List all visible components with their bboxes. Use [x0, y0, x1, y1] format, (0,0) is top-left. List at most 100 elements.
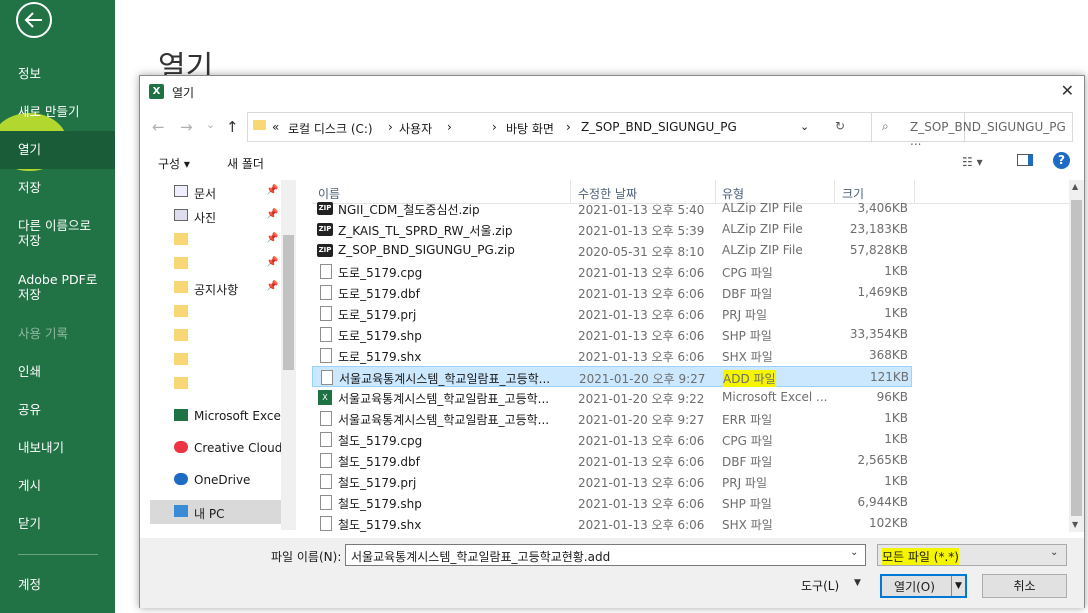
preview-pane-icon[interactable]: [1017, 154, 1033, 166]
filetype-select[interactable]: 모든 파일 (*.*) ⌄: [877, 544, 1067, 566]
file-row[interactable]: 철도_5179.shp 2021-01-13 오후 6:06 SHP 파일 6,944…: [312, 492, 912, 513]
nav-item-12[interactable]: 내 PC: [150, 500, 296, 524]
nav-item-5[interactable]: [150, 300, 296, 324]
file-date: 2021-01-13 오후 6:06: [578, 329, 705, 343]
file-row[interactable]: 서울교육통계시스템_학교일람표_고등학... 2021-01-20 오후 9:27…: [312, 366, 912, 387]
file-row[interactable]: 철도_5179.prj 2021-01-13 오후 6:06 PRJ 파일 1KB: [312, 471, 912, 492]
file-row[interactable]: 도로_5179.shx 2021-01-13 오후 6:06 SHX 파일 368KB: [312, 345, 912, 366]
address-separator[interactable]: ›: [447, 120, 452, 134]
file-type: ERR 파일: [722, 413, 773, 427]
chevron-down-icon[interactable]: ⌄: [850, 547, 858, 558]
menu-item-8[interactable]: 공유: [0, 402, 115, 417]
menu-item-0[interactable]: 정보: [0, 66, 115, 81]
address-separator[interactable]: ›: [388, 120, 393, 134]
nav-item-8[interactable]: [150, 372, 296, 396]
back-arrow-icon[interactable]: ←: [152, 118, 165, 136]
file-list: 이름 ^ 수정한 날짜 유형 크기 ZIP NGII_CDM_철도중심선.zip 2…: [312, 180, 1072, 532]
zip-file-icon: ZIP: [317, 223, 333, 236]
new-folder-button[interactable]: 새 폴더: [227, 155, 264, 172]
menu-item-1[interactable]: 새로 만들기: [0, 104, 115, 119]
open-button[interactable]: 열기(O) ▼: [880, 574, 967, 598]
file-icon: [320, 432, 332, 447]
help-icon[interactable]: ?: [1053, 152, 1070, 169]
address-separator[interactable]: ›: [566, 120, 571, 134]
file-row[interactable]: 도로_5179.cpg 2021-01-13 오후 6:06 CPG 파일 1KB: [312, 261, 912, 282]
nav-item-4[interactable]: 공지사항 📌: [150, 276, 296, 300]
chevron-down-icon[interactable]: ⌄: [206, 118, 215, 131]
file-row[interactable]: 도로_5179.prj 2021-01-13 오후 6:06 PRJ 파일 1KB: [312, 303, 912, 324]
menu-item-5[interactable]: Adobe PDF로 저장: [0, 272, 115, 302]
zip-file-icon: ZIP: [317, 244, 333, 257]
navigation-bar: ← → ⌄ ↑ « 로컬 디스크 (C:) › 사용자 › › 바탕 화면 › …: [140, 112, 1084, 148]
menu-item-2[interactable]: 열기: [0, 131, 115, 169]
address-separator[interactable]: ›: [492, 120, 497, 134]
file-list-scrollbar[interactable]: ▲ ▼: [1069, 180, 1084, 532]
folder-icon: [174, 281, 188, 293]
organize-button[interactable]: 구성 ▾: [158, 155, 190, 172]
nav-item-9[interactable]: Microsoft Excel: [150, 404, 296, 428]
file-row[interactable]: 철도_5179.cpg 2021-01-13 오후 6:06 CPG 파일 1KB: [312, 429, 912, 450]
refresh-icon[interactable]: ↻: [835, 119, 845, 133]
file-size: 1KB: [884, 264, 908, 278]
file-row[interactable]: 서울교육통계시스템_학교일람표_고등학... 2021-01-20 오후 9:27…: [312, 408, 912, 429]
menu-item-9[interactable]: 내보내기: [0, 440, 115, 455]
file-date: 2021-01-20 오후 9:22: [578, 392, 705, 406]
menu-item-4[interactable]: 다른 이름으로 저장: [0, 218, 115, 248]
menu-item-11[interactable]: 닫기: [0, 516, 115, 531]
forward-arrow-icon[interactable]: →: [180, 118, 193, 136]
file-row[interactable]: 도로_5179.dbf 2021-01-13 오후 6:06 DBF 파일 1,469…: [312, 282, 912, 303]
file-row[interactable]: 철도_5179.dbf 2021-01-13 오후 6:06 DBF 파일 2,565…: [312, 450, 912, 471]
file-row[interactable]: X 서울교육통계시스템_학교일람표_고등학... 2021-01-20 오후 9:2…: [312, 387, 912, 408]
scroll-thumb[interactable]: [283, 235, 294, 370]
address-current-folder[interactable]: Z_SOP_BND_SIGUNGU_PG: [581, 120, 737, 134]
open-dialog: X 열기 ✕ ← → ⌄ ↑ « 로컬 디스크 (C:) › 사용자 › › 바…: [139, 75, 1085, 608]
nav-item-7[interactable]: [150, 348, 296, 372]
scroll-thumb[interactable]: [1071, 200, 1082, 516]
menu-item-account[interactable]: 계정: [0, 577, 115, 592]
nav-item-2[interactable]: 📌: [150, 228, 296, 252]
scroll-up-icon[interactable]: ▲: [1072, 182, 1078, 191]
file-row[interactable]: ZIP Z_KAIS_TL_SPRD_RW_서울.zip 2021-01-13 오후…: [312, 219, 912, 240]
document-icon: [174, 185, 188, 197]
file-size: 102KB: [868, 516, 908, 530]
file-icon: [320, 495, 332, 510]
menu-item-3[interactable]: 저장: [0, 180, 115, 195]
nav-item-11[interactable]: OneDrive: [150, 468, 296, 492]
dropdown-arrow-icon[interactable]: ▼: [854, 578, 861, 588]
nav-item-0[interactable]: 문서 📌: [150, 180, 296, 204]
file-name: 철도_5179.dbf: [338, 455, 420, 469]
file-name: 도로_5179.prj: [338, 308, 417, 322]
close-icon[interactable]: ✕: [1061, 81, 1074, 100]
file-row[interactable]: ZIP Z_SOP_BND_SIGUNGU_PG.zip 2020-05-31 오후…: [312, 240, 912, 261]
nav-item-label: 내 PC: [194, 507, 225, 521]
file-row[interactable]: ZIP NGII_CDM_철도중심선.zip 2021-01-13 오후 5:40 A…: [312, 198, 912, 219]
file-row[interactable]: 철도_5179.shx 2021-01-13 오후 6:06 SHX 파일 102KB: [312, 513, 912, 532]
back-button[interactable]: [16, 2, 52, 38]
folder-icon: [174, 257, 188, 269]
file-date: 2021-01-13 오후 6:06: [578, 350, 705, 364]
address-bar[interactable]: « 로컬 디스크 (C:) › 사용자 › › 바탕 화면 › Z_SOP_BN…: [247, 112, 965, 142]
nav-item-6[interactable]: [150, 324, 296, 348]
view-options-icon[interactable]: ☷ ▾: [962, 155, 983, 169]
tools-button[interactable]: 도구(L): [801, 577, 839, 594]
file-size: 23,183KB: [849, 222, 908, 236]
address-users[interactable]: 사용자: [399, 120, 432, 137]
file-type: SHX 파일: [722, 518, 773, 532]
menu-item-7[interactable]: 인쇄: [0, 364, 115, 379]
nav-item-3[interactable]: 📌: [150, 252, 296, 276]
address-drive[interactable]: 로컬 디스크 (C:): [288, 120, 373, 137]
scroll-down-icon[interactable]: ▼: [1072, 520, 1078, 529]
nav-item-1[interactable]: 사진 📌: [150, 204, 296, 228]
search-input[interactable]: ⌕ Z_SOP_BND_SIGUNGU_PG ...: [871, 112, 1073, 148]
nav-item-10[interactable]: Creative Cloud Fil: [150, 436, 296, 460]
filename-input[interactable]: 서울교육통계시스템_학교일람표_고등학교현황.add ⌄: [345, 544, 866, 566]
nav-pane-scrollbar[interactable]: [281, 180, 296, 530]
up-arrow-icon[interactable]: ↑: [226, 118, 239, 136]
address-desktop[interactable]: 바탕 화면: [506, 120, 554, 137]
address-overflow[interactable]: «: [272, 120, 279, 134]
cancel-button[interactable]: 취소: [982, 574, 1067, 598]
file-row[interactable]: 도로_5179.shp 2021-01-13 오후 6:06 SHP 파일 33,35…: [312, 324, 912, 345]
menu-item-10[interactable]: 게시: [0, 478, 115, 493]
chevron-down-icon[interactable]: ⌄: [800, 120, 809, 133]
open-split-arrow-icon[interactable]: ▼: [951, 576, 965, 596]
